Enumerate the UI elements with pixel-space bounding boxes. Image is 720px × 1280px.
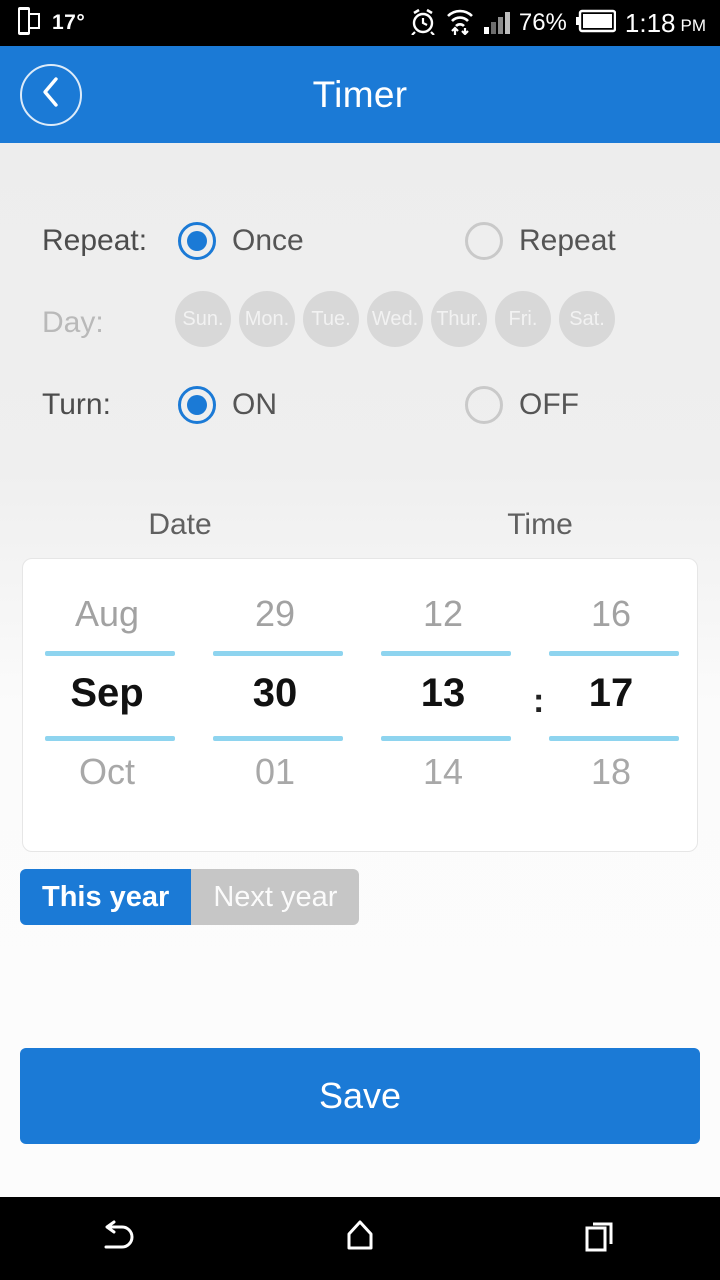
nav-home-button[interactable] (300, 1197, 420, 1280)
day-selected-value: 30 (252, 671, 298, 715)
day-next-value[interactable]: 01 (191, 751, 359, 793)
day-row: Day: Sun. Mon. Tue. Wed. Thur. Fri. Sat. (0, 291, 720, 355)
save-button[interactable]: Save (20, 1048, 700, 1144)
app-bar: Timer (0, 46, 720, 143)
day-divider-top (213, 651, 343, 656)
repeat-option-repeat-label: Repeat (519, 224, 616, 257)
minute-selected-value: 17 (588, 671, 634, 715)
this-year-button[interactable]: This year (20, 869, 192, 925)
turn-option-on[interactable]: ON (178, 386, 277, 424)
turn-row: Turn: ON OFF (0, 375, 720, 435)
navigation-bar (0, 1197, 720, 1280)
radio-on-icon (178, 386, 216, 424)
time-header: Time (507, 508, 573, 541)
battery-icon (575, 9, 617, 38)
month-next-value[interactable]: Oct (23, 751, 191, 793)
month-wheel[interactable]: Aug Sep Oct (23, 559, 191, 851)
signal-bars-icon (483, 12, 510, 34)
phone-screen: 17° 76% 1:18 PM Timer Repeat: Once Repea… (0, 0, 720, 1280)
nav-recents-icon (578, 1214, 622, 1263)
minute-wheel[interactable]: 16 17 18 (527, 559, 695, 851)
repeat-option-once[interactable]: Once (178, 222, 304, 260)
clock-ampm-text: PM (680, 15, 707, 35)
day-wheel[interactable]: 29 30 01 (191, 559, 359, 851)
day-pill-tue[interactable]: Tue. (303, 291, 359, 347)
turn-label: Turn: (42, 388, 111, 421)
turn-option-off[interactable]: OFF (465, 386, 579, 424)
day-pill-thur[interactable]: Thur. (431, 291, 487, 347)
wifi-transfer-icon (445, 7, 475, 40)
nav-home-icon (338, 1214, 382, 1263)
radio-once-icon (178, 222, 216, 260)
hour-prev-value[interactable]: 12 (359, 593, 527, 635)
month-divider-bottom (45, 736, 175, 741)
day-pill-sun[interactable]: Sun. (175, 291, 231, 347)
hour-selected-value: 13 (420, 671, 466, 715)
day-pill-sat[interactable]: Sat. (559, 291, 615, 347)
nav-back-icon (98, 1214, 142, 1263)
status-bar: 17° 76% 1:18 PM (0, 0, 720, 46)
screen-mirror-icon (18, 6, 40, 40)
battery-percent-text: 76% (518, 9, 567, 36)
hour-divider-top (381, 651, 511, 656)
minute-divider-bottom (549, 736, 679, 741)
repeat-row: Repeat: Once Repeat (0, 211, 720, 271)
temperature-text: 17° (52, 11, 86, 34)
month-selected-value: Sep (70, 671, 144, 715)
chevron-left-icon (38, 75, 64, 114)
clock-text: 1:18 (624, 7, 676, 38)
nav-recents-button[interactable] (540, 1197, 660, 1280)
repeat-option-once-label: Once (232, 224, 304, 257)
repeat-label: Repeat: (42, 224, 148, 257)
day-pill-mon[interactable]: Mon. (239, 291, 295, 347)
turn-option-on-label: ON (232, 388, 277, 421)
alarm-clock-icon (410, 7, 436, 40)
month-divider-top (45, 651, 175, 656)
status-bar-left: 17° (0, 6, 86, 40)
next-year-button[interactable]: Next year (191, 869, 360, 925)
minute-divider-top (549, 651, 679, 656)
status-bar-right: 76% 1:18 PM (410, 7, 720, 40)
time-separator: : (533, 682, 545, 720)
minute-prev-value[interactable]: 16 (527, 593, 695, 635)
hour-divider-bottom (381, 736, 511, 741)
hour-next-value[interactable]: 14 (359, 751, 527, 793)
day-pill-fri[interactable]: Fri. (495, 291, 551, 347)
day-pill-wed[interactable]: Wed. (367, 291, 423, 347)
radio-off-icon (465, 386, 503, 424)
day-prev-value[interactable]: 29 (191, 593, 359, 635)
page-title: Timer (312, 73, 408, 115)
nav-back-button[interactable] (60, 1197, 180, 1280)
day-pill-group: Sun. Mon. Tue. Wed. Thur. Fri. Sat. (175, 291, 615, 347)
turn-option-off-label: OFF (519, 388, 579, 421)
repeat-option-repeat[interactable]: Repeat (465, 222, 616, 260)
month-prev-value[interactable]: Aug (23, 593, 191, 635)
day-divider-bottom (213, 736, 343, 741)
hour-wheel[interactable]: 12 13 14 (359, 559, 527, 851)
year-toggle-group: This year Next year (20, 869, 360, 925)
back-button[interactable] (20, 63, 82, 126)
main-content: Repeat: Once Repeat Day: Sun. Mon. Tue. … (0, 143, 720, 1197)
minute-next-value[interactable]: 18 (527, 751, 695, 793)
day-label: Day: (42, 306, 104, 339)
datetime-picker: Aug Sep Oct 29 30 01 12 13 14 16 17 18: (22, 558, 698, 852)
radio-repeat-icon (465, 222, 503, 260)
date-header: Date (148, 508, 212, 541)
